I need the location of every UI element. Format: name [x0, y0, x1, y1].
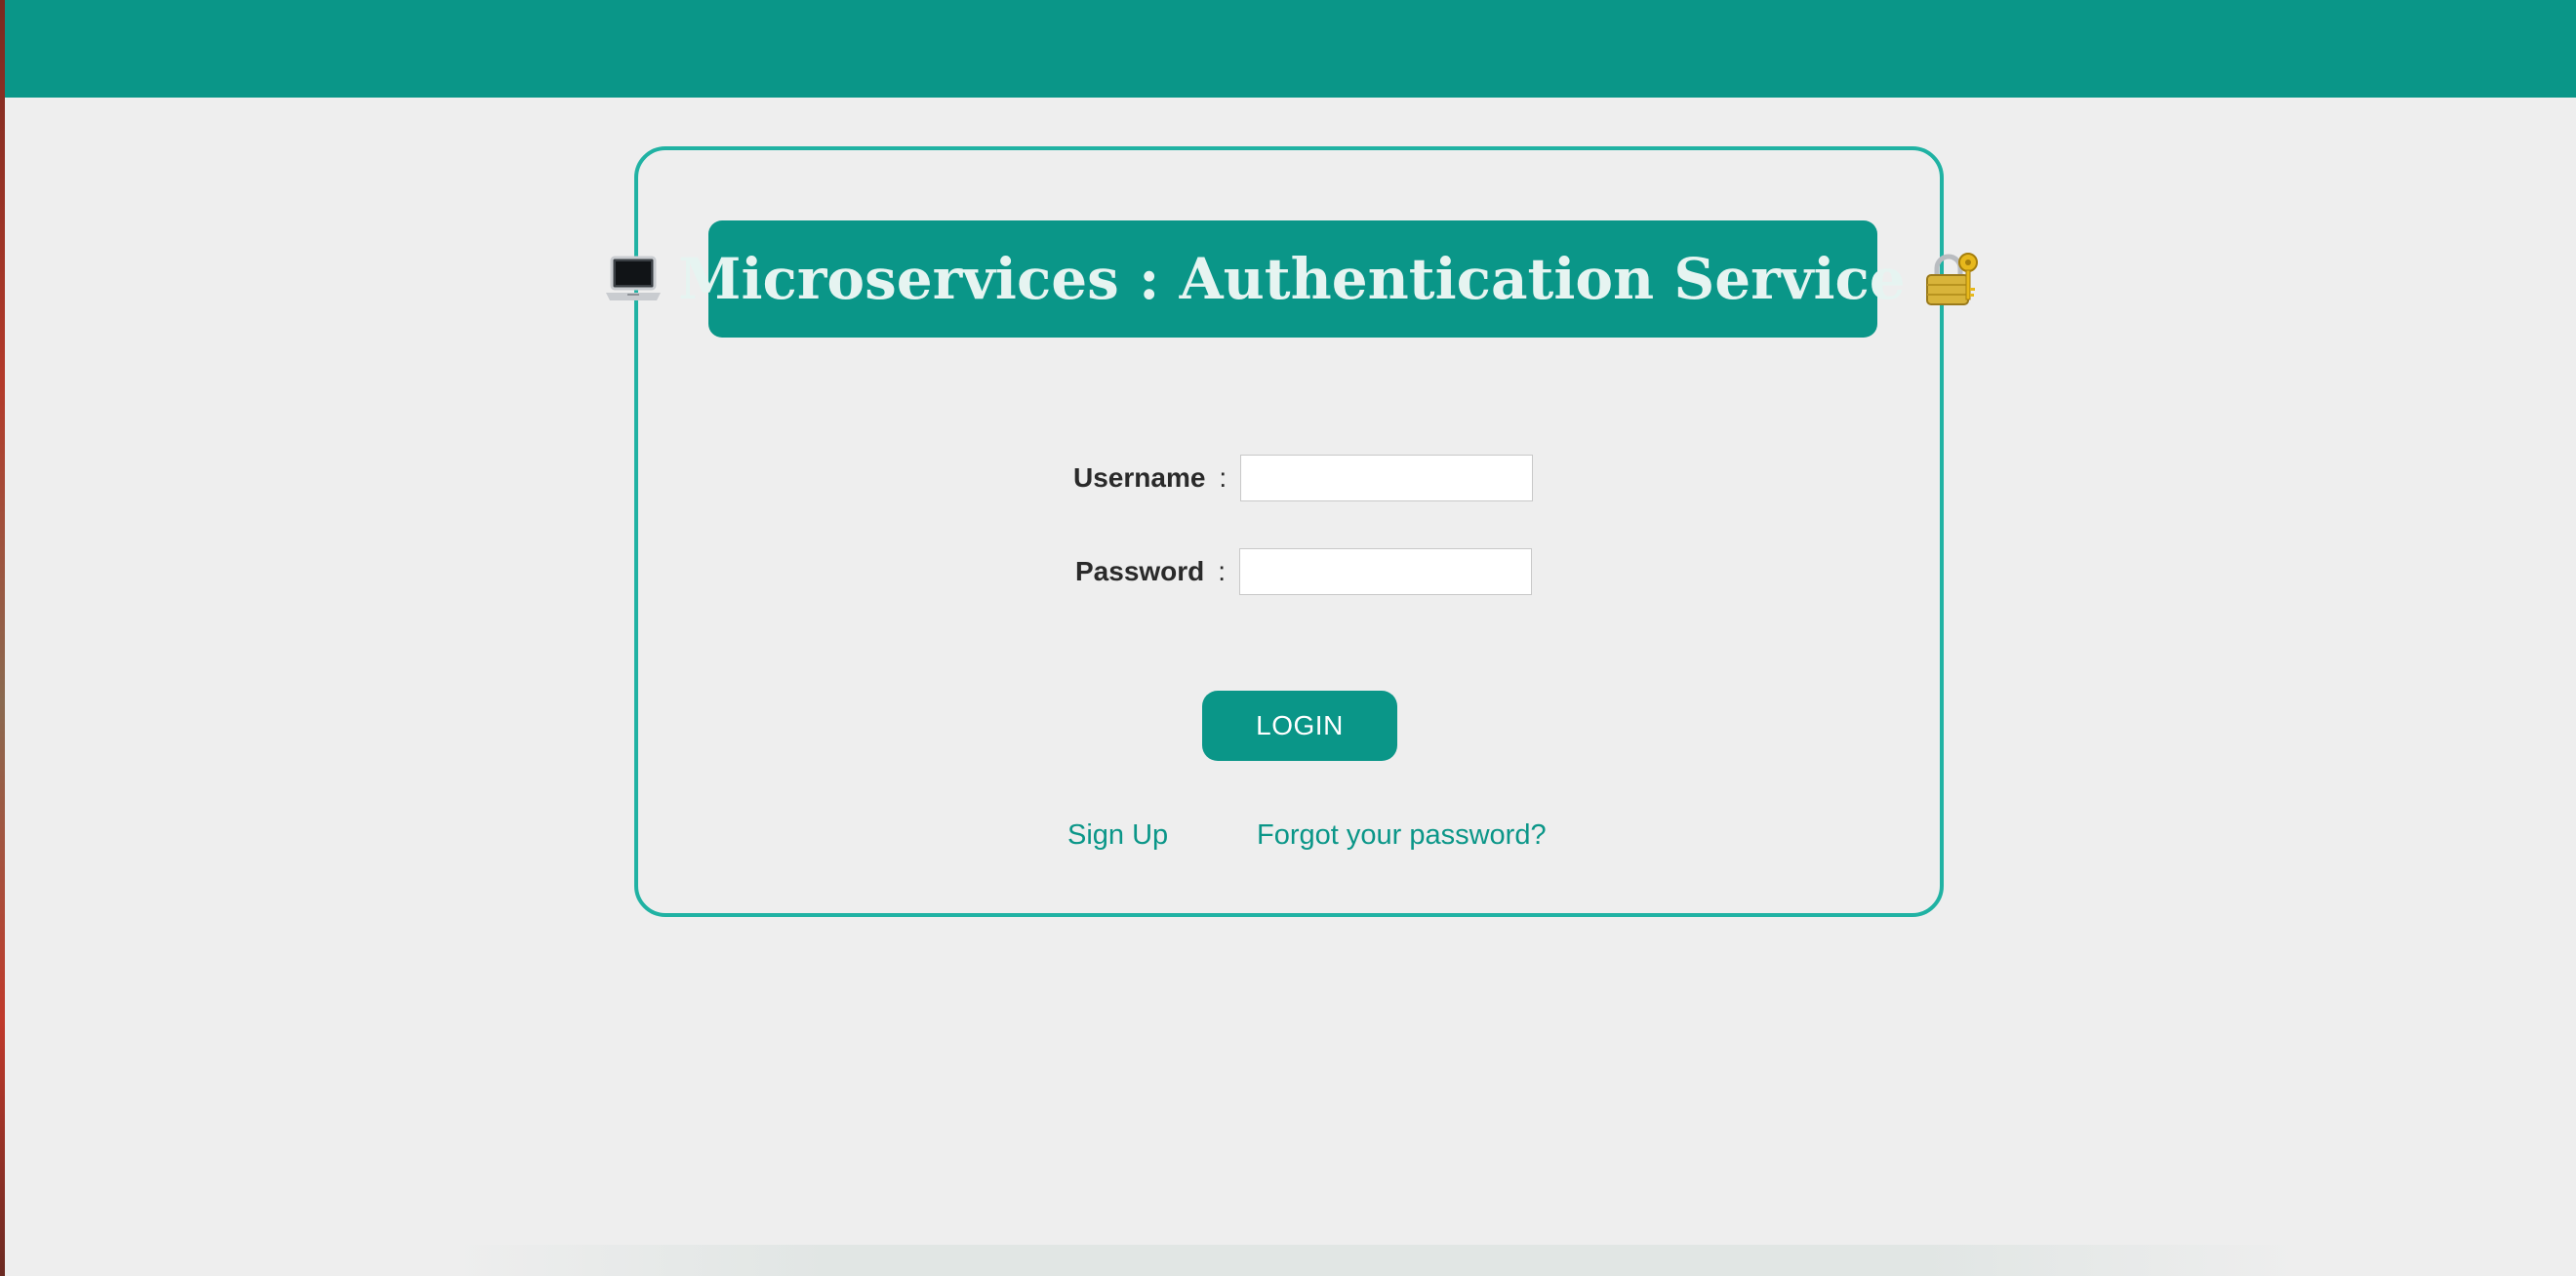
username-row: Username : — [1073, 455, 1534, 501]
password-separator: : — [1218, 556, 1227, 586]
bottom-shadow — [449, 1245, 2303, 1276]
login-button[interactable]: LOGIN — [1202, 691, 1397, 761]
lock-with-key-icon — [1921, 248, 1982, 310]
laptop-icon — [604, 248, 663, 310]
username-label: Username — [1073, 462, 1206, 493]
top-navigation-bar — [5, 0, 2576, 98]
login-card: Microservices : Authentication Service U… — [606, 146, 1978, 917]
password-input[interactable] — [1239, 548, 1533, 595]
username-separator: : — [1219, 462, 1228, 493]
window-edge-strip — [0, 0, 5, 1276]
username-input[interactable] — [1240, 455, 1534, 501]
password-label: Password — [1075, 556, 1205, 586]
title-banner: Microservices : Authentication Service — [606, 220, 1978, 338]
forgot-password-link[interactable]: Forgot your password? — [1257, 819, 1547, 852]
password-row: Password : — [1075, 548, 1533, 595]
page-title: Microservices : Authentication Service — [678, 246, 1906, 312]
sign-up-link[interactable]: Sign Up — [1067, 819, 1168, 852]
